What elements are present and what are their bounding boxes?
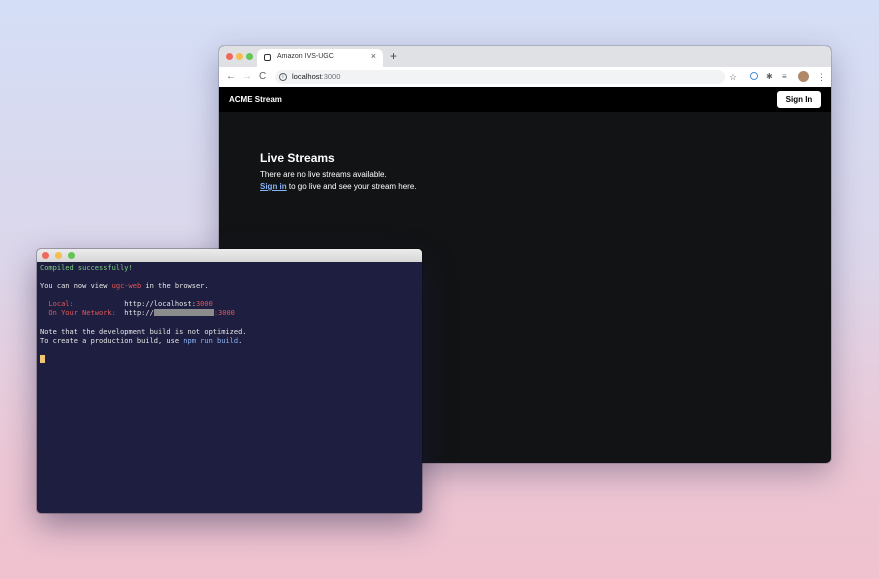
url-host: localhost [292,72,322,81]
url-text: localhost:3000 [292,72,340,81]
favicon-icon [264,54,271,61]
main-content: Live Streams There are no live streams a… [260,151,417,193]
reload-icon[interactable]: C [259,70,266,84]
new-tab-button[interactable]: + [390,49,397,63]
extensions-puzzle-icon[interactable]: ✱ [766,70,773,84]
terminal-maximize-button[interactable] [68,252,75,259]
forward-icon[interactable]: → [242,70,252,84]
back-icon[interactable]: ← [226,70,236,84]
terminal-close-button[interactable] [42,252,49,259]
tab-close-icon[interactable]: × [371,51,376,61]
compile-status: Compiled successfully! [40,264,133,272]
network-url-prefix: http:// [124,309,154,318]
browser-toolbar: ← → C i localhost:3000 ☆ ✱ ≡ ⋮ [219,67,831,88]
brand-logo-text[interactable]: ACME Stream [229,95,282,104]
network-label: On Your Network: [40,309,125,318]
note-line: Note that the development build is not o… [40,327,247,336]
build-suffix: . [238,336,243,345]
app-navbar: ACME Stream Sign In [219,87,831,112]
local-label: Local: [40,300,125,309]
view-suffix: in the browser. [141,282,209,291]
local-line: Local: http://localhost:3000 [40,300,213,309]
view-line: You can now view ugc-web in the browser. [40,282,209,290]
sign-in-prompt: Sign in to go live and see your stream h… [260,181,417,193]
local-port: 3000 [195,300,213,309]
redacted-ip [153,309,214,317]
sign-in-prompt-text: to go live and see your stream here. [286,182,417,191]
maximize-window-button[interactable] [246,53,253,60]
sign-in-link[interactable]: Sign in [260,182,287,191]
tab-bar: Amazon IVS-UGC × + [219,46,831,67]
network-line: On Your Network: http:// :3000 [40,309,235,317]
menu-kebab-icon[interactable]: ⋮ [817,70,826,84]
view-prefix: You can now view [40,282,112,291]
sign-in-button[interactable]: Sign In [777,91,821,108]
build-line: To create a production build, use npm ru… [40,337,242,345]
terminal-minimize-button[interactable] [55,252,62,259]
build-prefix: To create a production build, use [40,336,184,345]
terminal-titlebar [37,249,422,262]
tab-title: Amazon IVS-UGC [277,53,334,60]
app-name: ugc-web [111,282,142,291]
empty-state-message: There are no live streams available. [260,170,387,179]
page-title: Live Streams [260,151,335,165]
url-port: :3000 [321,72,341,81]
site-info-icon[interactable]: i [279,73,287,81]
minimize-window-button[interactable] [236,53,243,60]
network-port: :3000 [213,309,235,318]
build-command: npm run build [183,336,239,345]
browser-tab[interactable]: Amazon IVS-UGC × [257,49,383,67]
extension-icon[interactable] [750,72,758,80]
reading-list-icon[interactable]: ≡ [782,70,787,84]
close-window-button[interactable] [226,53,233,60]
bookmark-star-icon[interactable]: ☆ [729,70,737,84]
local-url: http://localhost: [124,300,196,309]
address-bar[interactable]: i localhost:3000 [275,70,725,84]
terminal-cursor [40,354,45,363]
profile-avatar[interactable] [798,71,809,82]
terminal-window: Compiled successfully! You can now view … [37,249,422,513]
terminal-output[interactable]: Compiled successfully! You can now view … [40,264,419,365]
